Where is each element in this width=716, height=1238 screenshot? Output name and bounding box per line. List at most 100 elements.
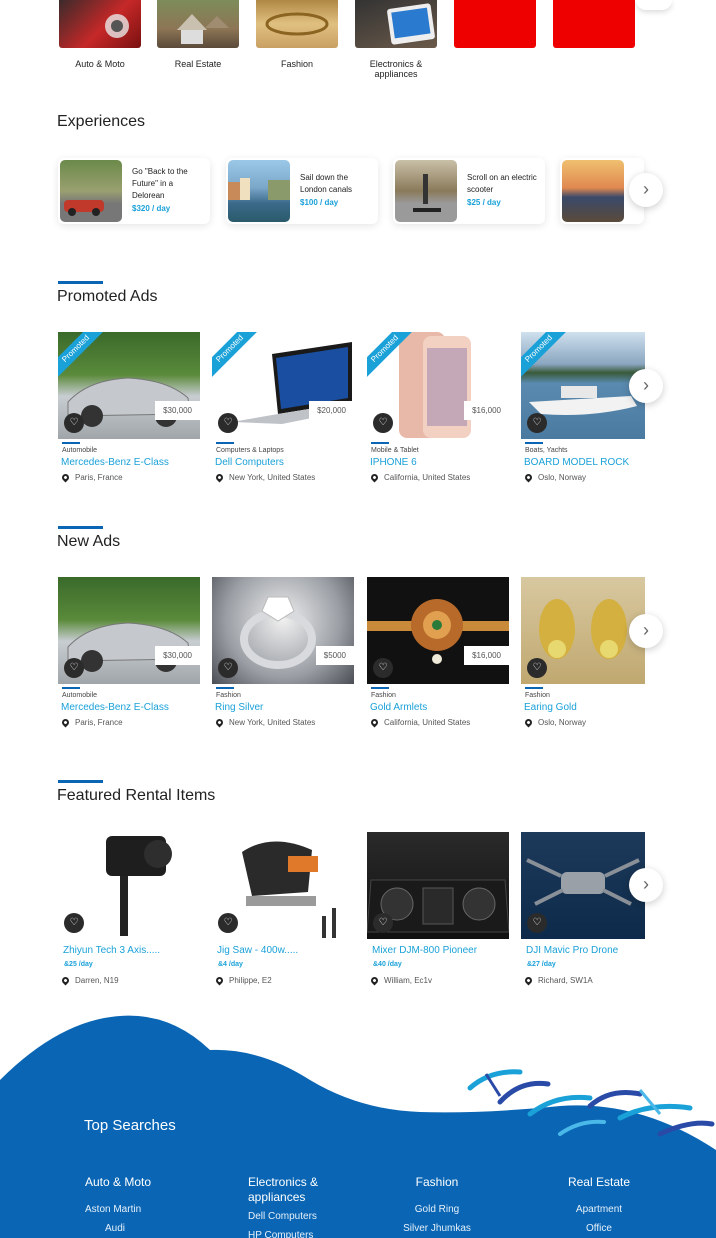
category-real-estate[interactable]: Real Estate (157, 0, 239, 69)
location-text: California, United States (384, 718, 471, 727)
experiences-title: Experiences (57, 113, 146, 130)
ad-title[interactable]: Ring Silver (215, 702, 354, 713)
location-pin-icon (369, 717, 380, 728)
ad-image: Promoted $20,000 ♡ (212, 332, 354, 439)
rental-card[interactable]: ♡ DJI Mavic Pro Drone &27 /day Richard, … (521, 832, 645, 986)
price-tag: $5000 (315, 646, 354, 665)
card-underline (62, 687, 80, 689)
experience-card[interactable]: Scroll on an electric scooter $25 / day (393, 158, 545, 224)
favorite-heart-icon[interactable]: ♡ (527, 913, 547, 933)
favorite-heart-icon[interactable]: ♡ (527, 658, 547, 678)
experience-card[interactable]: Go "Back to the Future" in a Delorean $3… (58, 158, 210, 224)
footer-column-head: Real Estate (567, 1175, 631, 1189)
favorite-heart-icon[interactable]: ♡ (373, 413, 393, 433)
footer-column-fashion: Fashion Gold Ring Silver Jhumkas (400, 1175, 474, 1234)
footer-link[interactable]: Audi (105, 1223, 195, 1234)
favorite-heart-icon[interactable]: ♡ (527, 413, 547, 433)
location-pin-icon (369, 975, 380, 986)
favorite-heart-icon[interactable]: ♡ (373, 913, 393, 933)
ad-card[interactable]: Promoted $16,000 ♡ Mobile & Tablet IPHON… (367, 332, 509, 483)
rental-location: Philippe, E2 (214, 975, 354, 986)
favorite-heart-icon[interactable]: ♡ (218, 658, 238, 678)
location-text: Oslo, Norway (538, 718, 587, 727)
category-image (59, 0, 141, 48)
footer-link[interactable]: Silver Jhumkas (400, 1223, 474, 1234)
price-tag: $16,000 (464, 401, 509, 420)
rental-title[interactable]: Mixer DJM-800 Pioneer (372, 945, 509, 956)
footer-link[interactable]: Gold Ring (400, 1204, 474, 1215)
location-text: California, United States (384, 473, 471, 482)
ad-card[interactable]: ♡ Fashion Earing Gold Oslo, Norway (521, 577, 645, 728)
favorite-heart-icon[interactable]: ♡ (64, 413, 84, 433)
price-tag: $16,000 (464, 646, 509, 665)
rental-title[interactable]: Zhiyun Tech 3 Axis..... (63, 945, 200, 956)
category-auto-moto[interactable]: Auto & Moto (59, 0, 141, 69)
category-fashion[interactable]: Fashion (256, 0, 338, 69)
ad-card[interactable]: $30,000 ♡ Automobile Mercedes-Benz E-Cla… (58, 577, 200, 728)
footer-link[interactable]: Office (562, 1223, 636, 1234)
rental-rate: &25 /day (64, 961, 93, 968)
promoted-next-button[interactable]: › (629, 369, 663, 403)
rental-title[interactable]: Jig Saw - 400w..... (217, 945, 354, 956)
rental-location: Richard, SW1A (523, 975, 645, 986)
ad-title[interactable]: Earing Gold (524, 702, 645, 713)
ad-title[interactable]: BOARD MODEL ROCK (524, 457, 645, 468)
price-tag: $30,000 (155, 646, 200, 665)
location-pin-icon (60, 975, 71, 986)
ad-image: Promoted ♡ (521, 332, 645, 439)
rentals-next-button[interactable]: › (629, 868, 663, 902)
location-pin-icon (214, 472, 225, 483)
rental-location: Darren, N19 (60, 975, 200, 986)
ad-title[interactable]: Mercedes-Benz E-Class (61, 702, 200, 713)
location-pin-icon (523, 472, 534, 483)
category-tile[interactable] (553, 0, 635, 48)
ad-title[interactable]: Dell Computers (215, 457, 354, 468)
ad-location: California, United States (369, 472, 509, 483)
rental-rate: &27 /day (527, 961, 556, 968)
location-text: Philippe, E2 (229, 976, 272, 985)
card-underline (371, 442, 389, 444)
ad-card[interactable]: $16,000 ♡ Fashion Gold Armlets Californi… (367, 577, 509, 728)
location-text: Oslo, Norway (538, 473, 587, 482)
location-pin-icon (60, 472, 71, 483)
rental-card[interactable]: ♡ Jig Saw - 400w..... &4 /day Philippe, … (212, 832, 354, 986)
ad-title[interactable]: Mercedes-Benz E-Class (61, 457, 200, 468)
top-searches-title: Top Searches (84, 1117, 176, 1134)
rental-card[interactable]: ♡ Zhiyun Tech 3 Axis..... &25 /day Darre… (58, 832, 200, 986)
location-text: Paris, France (75, 473, 123, 482)
rental-image: ♡ (367, 832, 509, 939)
rental-image: ♡ (58, 832, 200, 939)
ad-title[interactable]: IPHONE 6 (370, 457, 509, 468)
footer-link[interactable]: Apartment (562, 1204, 636, 1215)
ad-card[interactable]: $5000 ♡ Fashion Ring Silver New York, Un… (212, 577, 354, 728)
footer-link[interactable]: HP Computers (248, 1230, 358, 1238)
category-next-button[interactable] (636, 0, 672, 10)
category-image (256, 0, 338, 48)
ad-image: $16,000 ♡ (367, 577, 509, 684)
location-pin-icon (523, 975, 534, 986)
experiences-next-button[interactable]: › (629, 173, 663, 207)
favorite-heart-icon[interactable]: ♡ (373, 658, 393, 678)
favorite-heart-icon[interactable]: ♡ (64, 658, 84, 678)
experience-card[interactable]: Sail down the London canals $100 / day (226, 158, 378, 224)
category-tile[interactable] (454, 0, 536, 48)
ad-card[interactable]: Promoted $20,000 ♡ Computers & Laptops D… (212, 332, 354, 483)
rental-card[interactable]: ♡ Mixer DJM-800 Pioneer &40 /day William… (367, 832, 509, 986)
favorite-heart-icon[interactable]: ♡ (218, 913, 238, 933)
location-text: Paris, France (75, 718, 123, 727)
favorite-heart-icon[interactable]: ♡ (218, 413, 238, 433)
card-underline (371, 687, 389, 689)
ad-card[interactable]: Promoted ♡ Boats, Yachts BOARD MODEL ROC… (521, 332, 645, 483)
ad-card[interactable]: Promoted $30,000 ♡ Automobile Mercedes-B… (58, 332, 200, 483)
location-pin-icon (523, 717, 534, 728)
ad-title[interactable]: Gold Armlets (370, 702, 509, 713)
category-electronics[interactable]: Electronics & appliances (355, 0, 437, 79)
rental-title[interactable]: DJI Mavic Pro Drone (526, 945, 645, 956)
ad-location: Paris, France (60, 717, 200, 728)
new-ads-next-button[interactable]: › (629, 614, 663, 648)
footer-link[interactable]: Dell Computers (248, 1211, 358, 1222)
footer-link[interactable]: Aston Martin (85, 1204, 195, 1215)
favorite-heart-icon[interactable]: ♡ (64, 913, 84, 933)
ad-category: Computers & Laptops (216, 447, 284, 454)
footer-column-head: Fashion (415, 1175, 459, 1189)
